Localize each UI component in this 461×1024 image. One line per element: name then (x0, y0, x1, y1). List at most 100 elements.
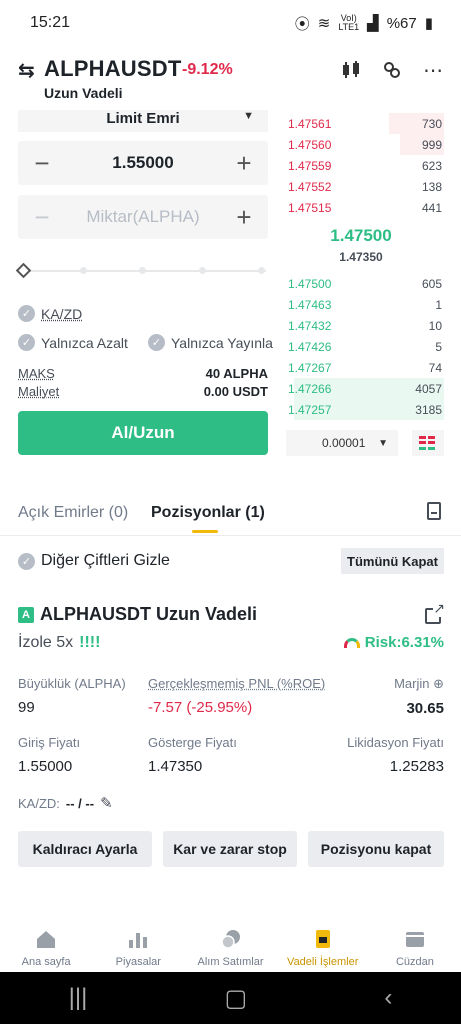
ask-price: 1.47552 (288, 179, 332, 194)
document-icon[interactable] (427, 502, 441, 520)
nav-trade[interactable]: Alım Satımlar (184, 918, 276, 972)
bid-qty: 605 (421, 276, 442, 291)
mark-price-stat: Gösterge Fiyatı 1.47350 (148, 735, 237, 775)
location-icon: ⦿ (294, 15, 310, 33)
order-type-select[interactable]: Limit Emri ▼ (18, 110, 268, 132)
ask-row[interactable]: 1.47561 730 (286, 113, 444, 134)
nav-futures[interactable]: Vadeli İşlemler (277, 918, 369, 972)
margin-label[interactable]: Marjin ⊕ (394, 676, 444, 692)
entry-value: 1.55000 (18, 758, 73, 775)
pair-title[interactable]: ALPHAUSDT (44, 56, 181, 82)
ask-row[interactable]: 1.47552 138 (286, 176, 444, 197)
home-button-icon[interactable]: ▢ (225, 984, 248, 1013)
amount-increment-button[interactable]: + (232, 202, 256, 233)
calculator-icon[interactable] (380, 58, 404, 82)
tab-positions[interactable]: Pozisyonlar (1) (151, 504, 265, 522)
futures-icon (312, 928, 334, 950)
reduce-only-checkbox[interactable]: ✓ Yalnızca Azalt (18, 334, 128, 351)
slider-step[interactable] (80, 267, 87, 274)
nav-markets[interactable]: Piyasalar (92, 918, 184, 972)
price-input[interactable]: − 1.55000 + (18, 141, 268, 185)
buy-long-button[interactable]: Al/Uzun (18, 411, 268, 455)
edit-icon[interactable]: ✎ (100, 794, 113, 812)
amount-input[interactable]: − Miktar(ALPHA) + (18, 195, 268, 239)
tab-open-orders[interactable]: Açık Emirler (0) (18, 504, 128, 522)
bid-qty: 3185 (415, 402, 442, 417)
bid-price: 1.47426 (288, 339, 332, 354)
nav-wallet[interactable]: Cüzdan (369, 918, 461, 972)
bid-row[interactable]: 1.47266 4057 (286, 378, 444, 399)
reduce-only-label: Yalnızca Azalt (41, 334, 128, 351)
check-icon: ✓ (148, 334, 165, 351)
liq-label: Likidasyon Fiyatı (347, 735, 444, 750)
bid-row[interactable]: 1.47500 605 (286, 273, 444, 294)
home-icon (35, 928, 57, 950)
amount-decrement-button[interactable]: − (30, 202, 54, 233)
bid-price: 1.47257 (288, 402, 332, 417)
bid-price: 1.47432 (288, 318, 332, 333)
bid-price: 1.47463 (288, 297, 332, 312)
nav-home[interactable]: Ana sayfa (0, 918, 92, 972)
bid-row[interactable]: 1.47463 1 (286, 294, 444, 315)
risk-gauge-icon (343, 637, 360, 648)
margin-mode[interactable]: İzole 5x!!!! (18, 634, 100, 652)
tp-sl-checkbox[interactable]: ✓ KA/ZD (18, 305, 82, 322)
bid-row[interactable]: 1.47426 5 (286, 336, 444, 357)
precision-value: 0.00001 (322, 436, 366, 450)
contract-subtitle: Uzun Vadeli (44, 85, 123, 101)
chevron-down-icon: ▼ (243, 110, 254, 122)
battery-text: %67 (386, 14, 417, 32)
check-icon: ✓ (18, 552, 35, 570)
slider-step[interactable] (258, 267, 265, 274)
price-increment-button[interactable]: + (232, 148, 256, 179)
slider-step[interactable] (199, 267, 206, 274)
margin-value: 30.65 (406, 700, 444, 717)
max-row: MAKS 40 ALPHA (18, 366, 268, 381)
volte-indicator: VoI) LTE1 (338, 13, 360, 32)
price-decrement-button[interactable]: − (30, 148, 54, 179)
hide-other-pairs-checkbox[interactable]: ✓ Diğer Çiftleri Gizle (18, 552, 170, 570)
nav-label: Piyasalar (115, 956, 161, 968)
leverage-bars: !!!! (79, 634, 101, 651)
bid-price: 1.47267 (288, 360, 332, 375)
adjust-leverage-button[interactable]: Kaldıracı Ayarla (18, 831, 152, 867)
nav-label: Alım Satımlar (197, 956, 264, 968)
amount-placeholder[interactable]: Miktar(ALPHA) (86, 207, 199, 227)
hide-other-pairs-label: Diğer Çiftleri Gizle (41, 552, 170, 569)
slider-handle[interactable] (15, 262, 32, 279)
more-options-icon[interactable]: ⋯ (421, 58, 445, 82)
recent-apps-icon[interactable]: ||| (69, 984, 88, 1012)
price-value[interactable]: 1.55000 (112, 153, 173, 173)
back-icon[interactable]: ‹ (384, 984, 392, 1012)
precision-select[interactable]: 0.00001 ▼ (286, 430, 398, 456)
ask-row[interactable]: 1.47515 441 (286, 197, 444, 218)
max-label: MAKS (18, 366, 55, 381)
close-all-button[interactable]: Tümünü Kapat (341, 548, 444, 574)
ask-row[interactable]: 1.47559 623 (286, 155, 444, 176)
system-nav-bar: ||| ▢ ‹ (0, 972, 461, 1024)
bid-price: 1.47266 (288, 381, 332, 396)
share-icon[interactable] (425, 600, 446, 624)
bid-row[interactable]: 1.47257 3185 (286, 399, 444, 420)
post-only-checkbox[interactable]: ✓ Yalnızca Yayınla (148, 334, 273, 351)
close-position-button[interactable]: Pozisyonu kapat (308, 831, 444, 867)
bid-row[interactable]: 1.47267 74 (286, 357, 444, 378)
ask-qty: 441 (421, 200, 442, 215)
liq-value: 1.25283 (389, 758, 444, 775)
book-layout-icon[interactable] (412, 430, 444, 456)
cost-row: Maliyet 0.00 USDT (18, 384, 268, 399)
status-bar: 15:21 ⦿ ≋ VoI) LTE1 ▟ %67 ▮ (0, 0, 461, 46)
check-icon: ✓ (18, 305, 35, 322)
position-size: Büyüklük (ALPHA) 99 (18, 676, 126, 716)
bid-row[interactable]: 1.47432 10 (286, 315, 444, 336)
wallet-icon (404, 928, 426, 950)
ask-row[interactable]: 1.47560 999 (286, 134, 444, 155)
ask-price: 1.47561 (288, 116, 332, 131)
max-value: 40 ALPHA (205, 366, 268, 381)
swap-icon[interactable]: ⇆ (18, 58, 35, 83)
amount-slider[interactable] (15, 262, 266, 279)
slider-step[interactable] (139, 267, 146, 274)
header: ⇆ ALPHAUSDT -9.12% Uzun Vadeli ⋯ (0, 52, 461, 108)
candlestick-chart-icon[interactable] (339, 58, 363, 82)
tp-sl-button[interactable]: Kar ve zarar stop (163, 831, 297, 867)
